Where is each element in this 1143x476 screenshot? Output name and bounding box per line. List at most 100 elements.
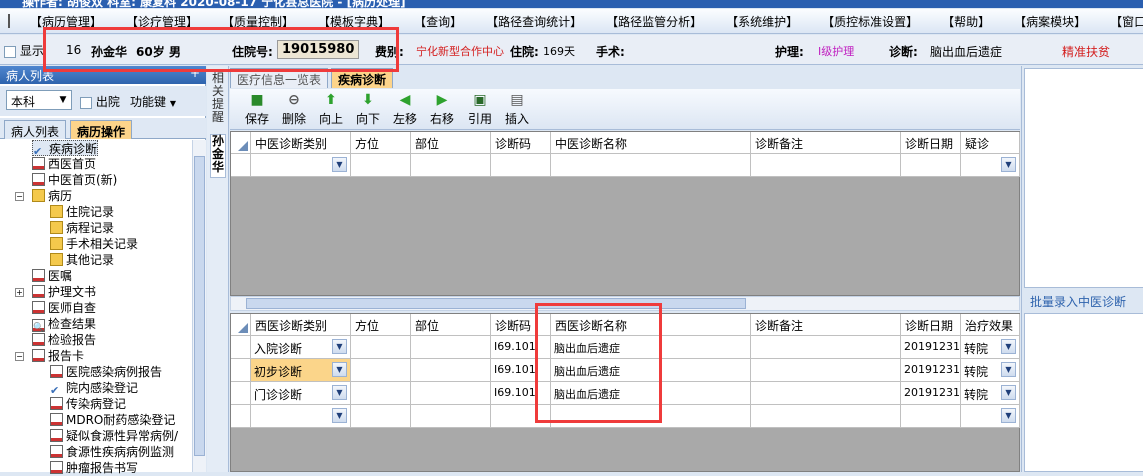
quote-button[interactable]: ▣ 引用 [464,92,496,127]
app-icon[interactable] [8,14,10,28]
column-header[interactable]: 西医诊断类别 [251,314,351,336]
insert-button[interactable]: ▤ 插入 [501,92,533,127]
row-header[interactable] [231,154,251,177]
row-header[interactable] [231,405,251,428]
tree-item[interactable]: 医师自查 [32,300,96,316]
grid-cell[interactable]: 门诊诊断 ▼ [251,382,351,405]
scroll-thumb[interactable] [194,156,205,456]
grid-cell[interactable] [491,154,551,177]
grid-cell[interactable] [901,405,961,428]
chevron-down-icon[interactable]: ▼ [1001,385,1016,400]
tab-record-operation[interactable]: 病历操作 [70,120,133,139]
grid-cell[interactable] [751,154,901,177]
chevron-down-icon[interactable]: ▼ [1001,408,1016,423]
save-button[interactable]: ■ 保存 [241,92,273,127]
menu-item-11[interactable]: 【窗口】 [1098,13,1143,30]
tree-item[interactable]: ✔ 院内感染登记 [50,380,138,397]
tree-item[interactable]: 病历 [32,188,72,204]
grid-cell[interactable] [751,382,901,405]
chevron-down-icon[interactable]: ▼ [332,339,347,354]
column-header[interactable]: 中医诊断类别 [251,132,351,154]
grid-cell[interactable]: 转院 ▼ [961,382,1020,405]
grid-cell[interactable] [411,382,491,405]
tree-item[interactable]: MDRO耐药感染登记 [50,412,175,428]
tree-item[interactable]: 其他记录 [50,252,114,268]
grid-cell[interactable]: 入院诊断 ▼ [251,336,351,359]
tree-item[interactable]: 中医首页(新) [32,172,117,188]
menu-item-5[interactable]: 【路径查询统计】 [474,13,594,30]
up-arrow-button[interactable]: ⬆ 向上 [315,92,347,127]
column-header[interactable]: 方位 [351,132,411,154]
grid-cell[interactable] [351,405,411,428]
row-header[interactable] [231,359,251,382]
grid-cell[interactable] [751,359,901,382]
grid-cell[interactable]: 20191231 [901,382,961,405]
expand-icon[interactable]: + [15,288,24,297]
grid-cell[interactable]: ▼ [961,154,1020,177]
chevron-down-icon[interactable]: ▼ [332,385,347,400]
row-header[interactable] [231,382,251,405]
tree-item[interactable]: 医院感染病例报告 [50,364,162,380]
patient-side-tab[interactable]: 孙金华 [210,134,226,178]
tree-item[interactable]: 报告卡 [32,348,84,364]
grid-cell[interactable] [411,336,491,359]
delete-button[interactable]: ⊖ 删除 [278,92,310,127]
column-header[interactable]: 诊断日期 [901,314,961,336]
chevron-down-icon[interactable]: ▼ [1001,157,1016,172]
tree-item[interactable]: 检验报告 [32,332,96,348]
grid-corner-icon[interactable] [231,132,251,154]
row-header[interactable] [231,336,251,359]
chevron-down-icon[interactable]: ▼ [332,408,347,423]
tree-scrollbar[interactable] [192,140,206,472]
tree-item[interactable]: 🔍 检查结果 [32,316,96,333]
column-header[interactable]: 疑诊 [961,132,1020,154]
grid-cell[interactable] [411,154,491,177]
show-checkbox[interactable]: 显示 [4,42,44,59]
grid-cell[interactable]: ▼ [251,405,351,428]
column-header[interactable]: 诊断备注 [751,132,901,154]
tree-item[interactable]: 手术相关记录 [50,236,138,252]
grid-cell[interactable]: 初步诊断 ▼ [251,359,351,382]
collapse-icon[interactable]: − [15,192,24,201]
column-header[interactable]: 部位 [411,132,491,154]
tree-item[interactable]: 病程记录 [50,220,114,236]
menu-item-8[interactable]: 【质控标准设置】 [810,13,930,30]
column-header[interactable]: 诊断备注 [751,314,901,336]
left-arrow-button[interactable]: ◀ 左移 [389,92,421,127]
column-header[interactable]: 方位 [351,314,411,336]
scroll-thumb[interactable] [246,298,746,309]
tree-item[interactable]: 疑似食源性异常病例/ [50,428,178,444]
column-header[interactable]: 治疗效果 [961,314,1020,336]
dept-select[interactable]: 本科 ▼ [6,90,72,110]
batch-tcm-link[interactable]: 批量录入中医诊断 [1030,293,1126,310]
grid-cell[interactable] [551,154,751,177]
tree-item[interactable]: 肿瘤报告书写 [50,460,138,476]
menu-item-10[interactable]: 【病案模块】 [1002,13,1098,30]
tree-item[interactable]: 医嘱 [32,268,72,284]
grid-cell[interactable] [411,359,491,382]
grid-cell[interactable]: ▼ [961,405,1020,428]
menu-item-6[interactable]: 【路径监管分析】 [594,13,714,30]
grid-corner-icon[interactable] [231,314,251,336]
column-header[interactable]: 诊断日期 [901,132,961,154]
column-header[interactable]: 中医诊断名称 [551,132,751,154]
tree-item[interactable]: 住院记录 [50,204,114,220]
grid-cell[interactable] [901,154,961,177]
grid-cell[interactable]: 转院 ▼ [961,336,1020,359]
grid-cell[interactable] [351,154,411,177]
tree-item[interactable]: 食源性疾病病例监测 [50,444,174,460]
grid-cell[interactable] [351,336,411,359]
chevron-down-icon[interactable]: ▼ [1001,362,1016,377]
right-arrow-button[interactable]: ▶ 右移 [426,92,458,127]
collapse-icon[interactable]: − [15,352,24,361]
chevron-down-icon[interactable]: ▼ [1001,339,1016,354]
tree-item[interactable]: ✔ 疾病诊断 [32,140,99,158]
column-header[interactable]: 诊断码 [491,132,551,154]
grid-cell[interactable] [751,336,901,359]
menu-item-4[interactable]: 【查询】 [402,13,474,30]
grid-cell[interactable] [351,359,411,382]
grid-cell[interactable]: 转院 ▼ [961,359,1020,382]
grid-cell[interactable] [411,405,491,428]
down-arrow-button[interactable]: ⬇ 向下 [352,92,384,127]
tree-item[interactable]: 传染病登记 [50,396,126,412]
